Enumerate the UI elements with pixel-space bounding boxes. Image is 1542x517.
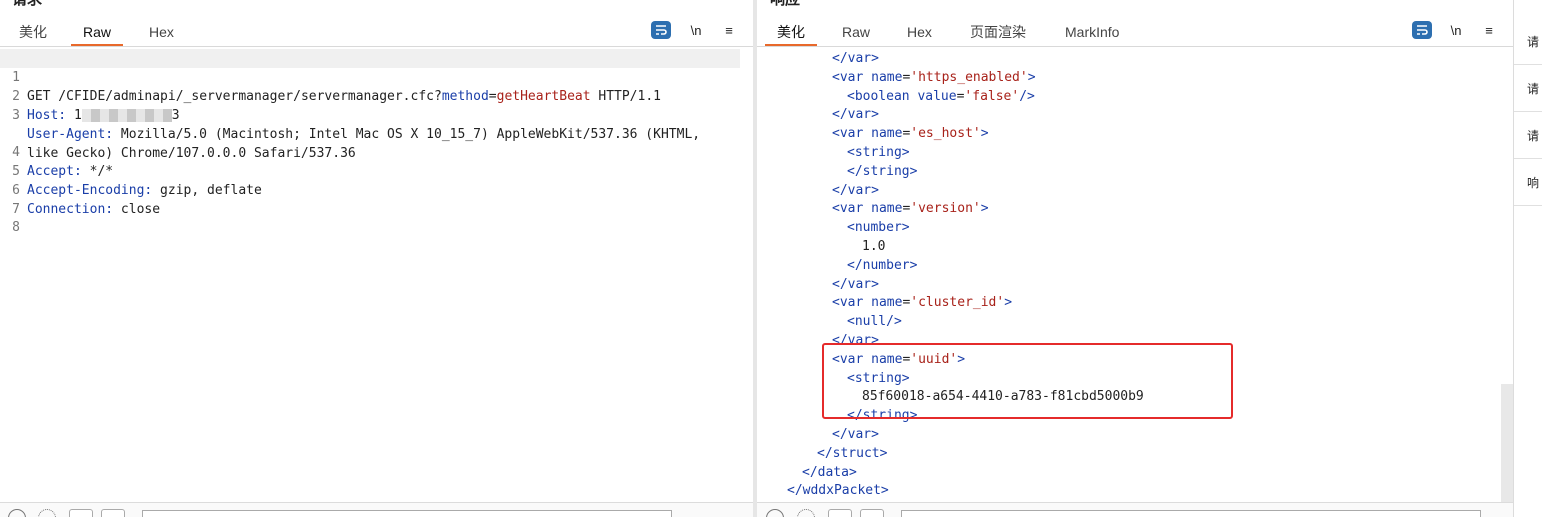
prev-match-button[interactable] [828,509,852,517]
request-tabs: 美化 Raw Hex [0,18,753,47]
response-line: <string> [847,145,910,160]
response-title: 响应 [770,0,800,9]
response-tab-pretty[interactable]: 美化 [765,22,817,46]
side-item-request-2[interactable]: 请 [1514,66,1542,112]
prev-match-button[interactable] [69,509,93,517]
response-line: </var> [832,182,879,198]
menu-icon[interactable]: ≡ [718,21,740,41]
response-line: </var> [832,427,879,442]
response-line: </struct> [817,445,888,461]
request-title: 请求 [12,0,42,9]
response-line: <var name='version'> [832,201,989,217]
next-match-button[interactable] [860,509,884,517]
wrap-icon[interactable] [651,21,671,39]
response-line: 1.0 [862,239,886,254]
response-line: <var name='es_host'> [832,126,989,142]
response-line: </data> [802,464,857,480]
search-input[interactable] [901,510,1481,517]
response-line: <null/> [847,314,902,330]
response-line: </var> [832,107,879,123]
response-line: <var name='cluster_id'> [832,295,1013,311]
response-tabs: 美化 Raw Hex 页面渲染 MarkInfo [757,18,1513,47]
request-tab-hex[interactable]: Hex [137,22,186,46]
side-item-response[interactable]: 响 [1514,160,1542,206]
newline-toggle[interactable]: \n [685,21,707,41]
side-item-request-3[interactable]: 请 [1514,113,1542,159]
response-editor[interactable]: </var> <var name='https_enabled'> <boolean… [757,47,1501,503]
response-tab-hex[interactable]: Hex [895,22,944,46]
search-input[interactable] [142,510,672,517]
response-pane: 响应 美化 Raw Hex 页面渲染 MarkInfo \n ≡ </var><… [757,0,1513,517]
request-line-5: 5 Accept-Encoding: gzip, deflate [12,164,262,198]
response-line: </string> [847,163,918,179]
response-line: </number> [847,257,918,273]
response-scrollbar[interactable] [1501,384,1513,502]
response-tab-render[interactable]: 页面渲染 [958,22,1038,46]
request-line-1: 1 GET /CFIDE/adminapi/_servermanager/ser… [0,49,740,104]
side-panel: 请 请 请 响 [1513,0,1542,517]
side-item-request-1[interactable]: 请 [1514,19,1542,65]
request-line-4: 4 Accept: */* [12,145,114,179]
request-editor[interactable]: 1 GET /CFIDE/adminapi/_servermanager/ser… [0,47,753,503]
response-line: <boolean value='false'/> [847,88,1035,104]
request-pane: 请求 美化 Raw Hex \n ≡ 1 GET /CFIDE/adminapi… [0,0,753,517]
response-line: </var> [832,276,879,292]
response-line: </wddxPacket> [787,483,889,499]
response-tab-raw[interactable]: Raw [830,22,882,46]
response-line: <number> [847,220,910,236]
response-line: <var name='https_enabled'> [832,69,1036,85]
request-tab-pretty[interactable]: 美化 [7,22,59,46]
response-tab-markinfo[interactable]: MarkInfo [1053,22,1131,46]
next-match-button[interactable] [101,509,125,517]
request-tab-raw[interactable]: Raw [71,22,124,46]
response-line: </var> [832,51,879,66]
help-icon[interactable] [8,509,26,517]
request-line-7: 7 [12,202,20,217]
help-icon[interactable] [766,509,784,517]
wrap-icon[interactable] [1412,21,1432,39]
uuid-highlight-box [822,343,1233,419]
response-search-bar [757,502,1513,517]
newline-toggle[interactable]: \n [1445,21,1467,41]
request-line-3-wrap: like Gecko) Chrome/107.0.0.0 Safari/537.… [27,146,356,161]
request-line-6: 6 Connection: close [12,183,161,217]
request-line-3: 3 User-Agent: Mozilla/5.0 (Macintosh; In… [12,108,701,142]
menu-icon[interactable]: ≡ [1478,21,1500,41]
request-line-8: 8 [12,220,20,235]
request-search-bar [0,502,753,517]
settings-icon[interactable] [38,509,56,517]
settings-icon[interactable] [797,509,815,517]
request-line-2: 2 Host: 13 [12,89,180,123]
